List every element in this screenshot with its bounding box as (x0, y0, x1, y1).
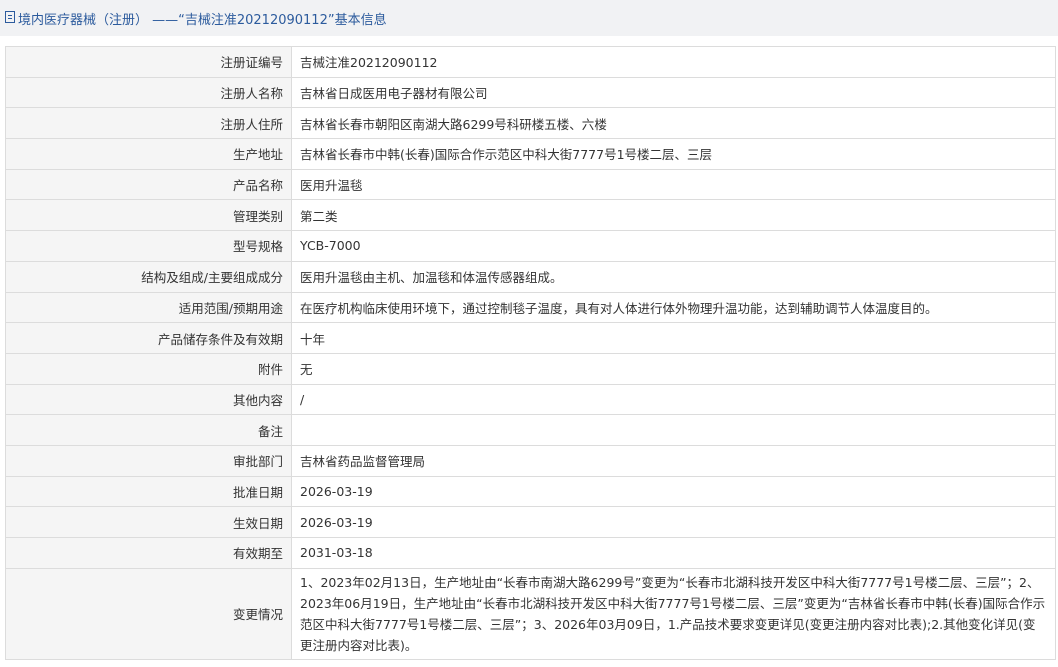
field-label: 生效日期 (5, 506, 292, 538)
field-value: 2026-03-19 (291, 475, 1056, 508)
field-value: 吉林省药品监督管理局 (291, 444, 1056, 477)
table-row: 批准日期 2026-03-19 (5, 475, 1056, 508)
field-label: 其他内容 (5, 383, 292, 416)
field-label: 型号规格 (5, 230, 292, 262)
field-label: 生产地址 (5, 138, 292, 170)
field-value: 第二类 (291, 199, 1056, 232)
table-row: 注册人名称 吉林省日成医用电子器材有限公司 (5, 76, 1056, 109)
field-label: 适用范围/预期用途 (5, 291, 292, 324)
field-label: 附件 (5, 352, 292, 385)
table-row: 注册证编号 吉械注准20212090112 (5, 46, 1056, 78)
table-row: 备注 (5, 414, 1056, 446)
field-value: 2026-03-19 (291, 506, 1056, 538)
field-value: 吉林省长春市朝阳区南湖大路6299号科研楼五楼、六楼 (291, 107, 1056, 140)
field-value: 在医疗机构临床使用环境下，通过控制毯子温度，具有对人体进行体外物理升温功能，达到… (291, 291, 1056, 324)
field-value: 十年 (291, 322, 1056, 354)
field-label: 变更情况 (5, 567, 292, 660)
field-label: 注册人住所 (5, 107, 292, 140)
field-label: 结构及组成/主要组成成分 (5, 260, 292, 293)
field-value: 吉械注准20212090112 (291, 46, 1056, 78)
field-label: 有效期至 (5, 537, 292, 569)
field-label: 管理类别 (5, 199, 292, 232)
field-label: 审批部门 (5, 444, 292, 477)
document-icon (5, 11, 15, 23)
field-value: / (291, 383, 1056, 416)
field-label: 注册人名称 (5, 76, 292, 109)
field-label: 产品储存条件及有效期 (5, 322, 292, 354)
table-row: 适用范围/预期用途 在医疗机构临床使用环境下，通过控制毯子温度，具有对人体进行体… (5, 291, 1056, 324)
table-row: 生效日期 2026-03-19 (5, 506, 1056, 538)
field-value: 吉林省日成医用电子器材有限公司 (291, 76, 1056, 109)
field-value: 2031-03-18 (291, 537, 1056, 569)
table-row: 注册人住所 吉林省长春市朝阳区南湖大路6299号科研楼五楼、六楼 (5, 107, 1056, 140)
table-row: 结构及组成/主要组成成分 医用升温毯由主机、加温毯和体温传感器组成。 (5, 260, 1056, 293)
table-row: 变更情况 1、2023年02月13日，生产地址由“长春市南湖大路6299号”变更… (5, 567, 1056, 660)
field-value: 吉林省长春市中韩(长春)国际合作示范区中科大街7777号1号楼二层、三层 (291, 138, 1056, 170)
field-label: 产品名称 (5, 168, 292, 201)
field-value (291, 414, 1056, 446)
table-row: 产品储存条件及有效期 十年 (5, 322, 1056, 354)
field-value: 无 (291, 352, 1056, 385)
field-label: 注册证编号 (5, 46, 292, 78)
table-row: 有效期至 2031-03-18 (5, 537, 1056, 569)
field-value: 1、2023年02月13日，生产地址由“长春市南湖大路6299号”变更为“长春市… (291, 567, 1056, 660)
table-row: 管理类别 第二类 (5, 199, 1056, 232)
table-row: 产品名称 医用升温毯 (5, 168, 1056, 201)
table-row: 附件 无 (5, 352, 1056, 385)
page-header: 境内医疗器械（注册） ——“吉械注准20212090112”基本信息 (0, 0, 1058, 36)
field-value: YCB-7000 (291, 230, 1056, 262)
table-row: 生产地址 吉林省长春市中韩(长春)国际合作示范区中科大街7777号1号楼二层、三… (5, 138, 1056, 170)
table-row: 其他内容 / (5, 383, 1056, 416)
field-label: 批准日期 (5, 475, 292, 508)
field-label: 备注 (5, 414, 292, 446)
table-row: 型号规格 YCB-7000 (5, 230, 1056, 262)
page-title: 境内医疗器械（注册） ——“吉械注准20212090112”基本信息 (18, 12, 387, 28)
field-value: 医用升温毯由主机、加温毯和体温传感器组成。 (291, 260, 1056, 293)
table-row: 审批部门 吉林省药品监督管理局 (5, 444, 1056, 477)
info-table: 注册证编号 吉械注准20212090112 注册人名称 吉林省日成医用电子器材有… (5, 46, 1056, 660)
field-value: 医用升温毯 (291, 168, 1056, 201)
